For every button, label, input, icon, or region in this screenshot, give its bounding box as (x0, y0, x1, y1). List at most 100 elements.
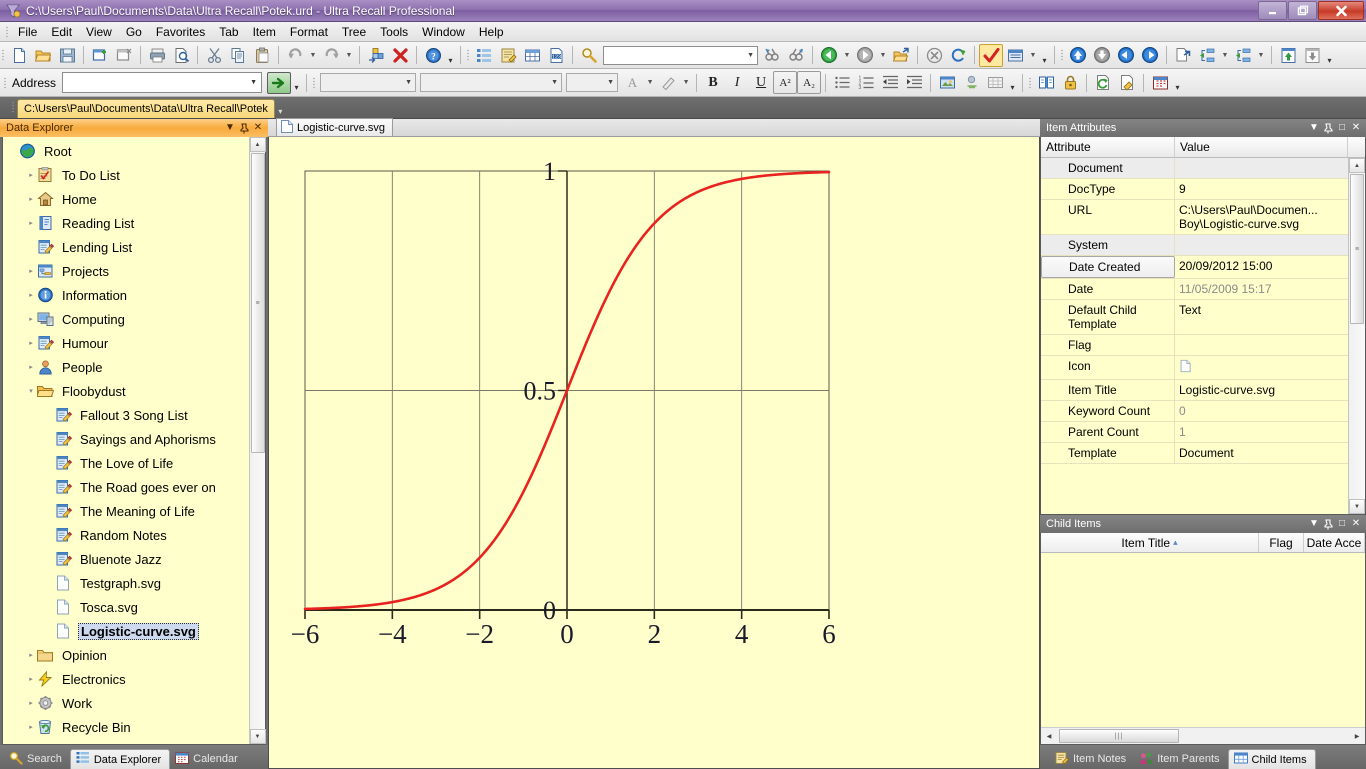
expand-icon[interactable]: ▸ (25, 339, 37, 347)
tree-item[interactable]: Lending List (3, 235, 249, 259)
child-items-list[interactable] (1041, 553, 1365, 727)
attribute-value[interactable]: C:\Users\Paul\Documen... Boy\Logistic-cu… (1175, 200, 1348, 234)
import-icon[interactable] (1276, 44, 1300, 67)
outline-icon[interactable] (472, 44, 496, 67)
scroll-track[interactable] (251, 454, 265, 729)
column-header-date-accessed[interactable]: Date Acce (1304, 533, 1365, 552)
tree-item[interactable]: Logistic-curve.svg (3, 619, 249, 643)
indent-left-dropdown-arrow[interactable]: ▼ (1219, 44, 1231, 67)
undo-icon[interactable] (283, 44, 307, 67)
move-up-icon[interactable] (1066, 44, 1090, 67)
svg-document-viewer[interactable]: −6 −4 −2 0 2 4 6 0 0.5 1 (268, 137, 1040, 769)
italic-button[interactable]: I (725, 71, 749, 94)
cut-icon[interactable] (202, 44, 226, 67)
data-explorer-tree[interactable]: Root ▸ To Do List ▸ Home ▸ Reading List Lending… (3, 137, 249, 744)
panel-pin-icon[interactable] (1321, 517, 1335, 531)
menu-tab[interactable]: Tab (212, 23, 245, 41)
indent-left-icon[interactable] (1195, 44, 1219, 67)
move-down-icon[interactable] (1090, 44, 1114, 67)
help-icon[interactable]: ? (421, 44, 445, 67)
tree-item[interactable]: ▸ Reading List (3, 211, 249, 235)
refresh-icon[interactable] (946, 44, 970, 67)
document-tab-logistic-curve[interactable]: Logistic-curve.svg (276, 118, 394, 136)
new-item-icon[interactable] (364, 44, 388, 67)
attribute-value[interactable]: 9 (1175, 179, 1348, 199)
print-icon[interactable] (145, 44, 169, 67)
forward-icon[interactable] (853, 44, 877, 67)
search-magnifier-icon[interactable] (577, 44, 601, 67)
expand-icon[interactable]: ▸ (25, 723, 37, 731)
address-grip-handle[interactable] (2, 75, 9, 91)
highlight-dropdown-arrow[interactable]: ▼ (680, 71, 692, 94)
address-go-button[interactable] (267, 71, 292, 94)
expand-icon[interactable]: ▸ (25, 195, 37, 203)
menu-go[interactable]: Go (119, 23, 149, 41)
tree-item[interactable]: ▸ Home (3, 187, 249, 211)
indent-right-dropdown-arrow[interactable]: ▼ (1255, 44, 1267, 67)
attribute-value[interactable] (1175, 356, 1348, 379)
tree-item[interactable]: Fallout 3 Song List (3, 403, 249, 427)
scroll-right-arrow[interactable]: ▶ (1349, 729, 1365, 744)
search-box[interactable]: ▼ (603, 45, 758, 65)
new-window-icon[interactable] (88, 44, 112, 67)
expand-icon[interactable]: ▸ (25, 699, 37, 707)
find-next-icon[interactable] (784, 44, 808, 67)
expand-icon[interactable]: ▸ (25, 171, 37, 179)
attribute-value[interactable]: 1 (1175, 422, 1348, 442)
lock-icon[interactable] (1058, 71, 1082, 94)
restore-button[interactable] (1288, 1, 1317, 20)
toolbar-grip-handle[interactable] (0, 47, 7, 63)
format-grip-handle[interactable] (311, 75, 318, 91)
tree-item[interactable]: ▸ Opinion (3, 643, 249, 667)
convert-icon[interactable] (1115, 71, 1139, 94)
menu-tree[interactable]: Tree (335, 23, 373, 41)
panel-menu-icon[interactable]: ▼ (1307, 517, 1321, 531)
attribute-row[interactable]: Icon (1041, 356, 1348, 380)
copy-icon[interactable] (226, 44, 250, 67)
tree-item[interactable]: Tosca.svg (3, 595, 249, 619)
tree-item[interactable]: ▾ Floobydust (3, 379, 249, 403)
expand-icon[interactable]: ▸ (25, 315, 37, 323)
database-tab[interactable]: C:\Users\Paul\Documents\Data\Ultra Recal… (17, 99, 275, 118)
panel-close-icon[interactable]: ✕ (251, 121, 265, 135)
menu-edit[interactable]: Edit (44, 23, 79, 41)
tools-overflow-button[interactable]: ▾ (1172, 71, 1183, 94)
toolbar2-overflow-button[interactable]: ▾ (1039, 44, 1050, 67)
attribute-row[interactable]: Date Created 20/09/2012 15:00 (1041, 256, 1348, 279)
promote-icon[interactable] (1114, 44, 1138, 67)
column-header-flag[interactable]: Flag (1259, 533, 1304, 552)
bold-button[interactable]: B (701, 71, 725, 94)
back-icon[interactable] (817, 44, 841, 67)
paste-icon[interactable] (250, 44, 274, 67)
sync-icon[interactable] (1091, 71, 1115, 94)
flag-check-icon[interactable] (979, 43, 1003, 67)
paragraph-style-select[interactable]: ▼ (420, 73, 563, 92)
new-document-icon[interactable] (7, 44, 31, 67)
menu-tools[interactable]: Tools (373, 23, 415, 41)
undo-dropdown-arrow[interactable]: ▼ (307, 44, 319, 67)
panel-pin-icon[interactable] (1321, 121, 1335, 135)
column-header-value[interactable]: Value (1175, 137, 1348, 157)
tree-item[interactable]: ▸ People (3, 355, 249, 379)
font-color-dropdown-arrow[interactable]: ▼ (644, 71, 656, 94)
tree-item[interactable]: The Meaning of Life (3, 499, 249, 523)
expand-icon[interactable]: ▸ (25, 675, 37, 683)
close-window-icon[interactable] (112, 44, 136, 67)
print-preview-icon[interactable] (169, 44, 193, 67)
open-external-icon[interactable] (889, 44, 913, 67)
tools-grip-handle[interactable] (1027, 75, 1034, 91)
attribute-value[interactable]: 0 (1175, 401, 1348, 421)
scroll-down-arrow[interactable]: ▼ (1349, 499, 1365, 514)
menu-view[interactable]: View (79, 23, 119, 41)
tab-calendar[interactable]: Calendar (170, 749, 246, 769)
attribute-value[interactable]: 20/09/2012 15:00 (1175, 256, 1348, 278)
toolbar3-overflow-button[interactable]: ▾ (1324, 44, 1335, 67)
tree-item[interactable]: Testgraph.svg (3, 571, 249, 595)
child-items-horizontal-scrollbar[interactable]: ◀ ||| ▶ (1041, 727, 1365, 744)
menu-format[interactable]: Format (283, 23, 335, 41)
attribute-row[interactable]: Default Child Template Text (1041, 300, 1348, 335)
column-header-attribute[interactable]: Attribute (1041, 137, 1175, 157)
tree-vertical-scrollbar[interactable]: ▲ ≡ ▼ (249, 137, 266, 744)
doctab-overflow-button[interactable]: ▾ (275, 95, 286, 118)
attribute-group-row[interactable]: Document (1041, 158, 1348, 179)
